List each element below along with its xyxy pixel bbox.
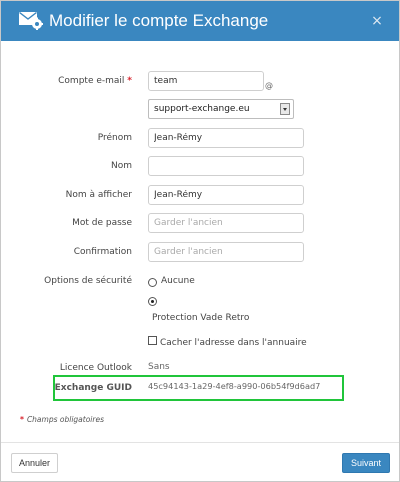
nom-input[interactable] bbox=[148, 156, 304, 176]
hide-directory-checkbox[interactable] bbox=[148, 336, 157, 345]
exchange-guid-label: Exchange GUID bbox=[54, 383, 132, 393]
dialog-title: Modifier le compte Exchange bbox=[49, 11, 269, 30]
radio-security-vade-retro[interactable] bbox=[148, 297, 157, 306]
email-label: Compte e-mail * bbox=[58, 75, 132, 87]
required-fields-text: Champs obligatoires bbox=[26, 415, 104, 424]
licence-outlook-label: Licence Outlook bbox=[59, 363, 132, 373]
close-icon[interactable]: × bbox=[370, 13, 384, 29]
exchange-guid-value: 45c94143-1a29-4ef8-a990-06b54f9d6ad7 bbox=[148, 381, 321, 391]
radio-security-none[interactable] bbox=[148, 278, 157, 287]
password-label: Mot de passe bbox=[72, 218, 132, 228]
hide-directory-label: Cacher l'adresse dans l'annuaire bbox=[160, 338, 307, 348]
confirmation-input[interactable] bbox=[148, 242, 304, 262]
chevron-down-icon[interactable] bbox=[280, 103, 290, 115]
envelope-gear-icon bbox=[19, 12, 43, 30]
confirmation-label: Confirmation bbox=[73, 247, 132, 257]
edit-exchange-account-dialog: Modifier le compte Exchange × Compte e-m… bbox=[0, 0, 400, 482]
radio-security-none-label: Aucune bbox=[161, 276, 195, 286]
email-local-input[interactable] bbox=[148, 71, 264, 91]
security-options-label: Options de sécurité bbox=[44, 276, 132, 286]
email-label-text: Compte e-mail bbox=[58, 76, 125, 86]
dialog-header: Modifier le compte Exchange × bbox=[1, 1, 399, 41]
required-mark: * bbox=[20, 415, 24, 424]
prenom-input[interactable] bbox=[148, 128, 304, 148]
cancel-button[interactable]: Annuler bbox=[11, 453, 58, 473]
required-fields-note: * Champs obligatoires bbox=[20, 415, 104, 424]
display-name-input[interactable] bbox=[148, 185, 304, 205]
next-button[interactable]: Suivant bbox=[342, 453, 390, 473]
domain-select-value: support-exchange.eu bbox=[154, 104, 250, 114]
domain-select[interactable]: support-exchange.eu bbox=[148, 99, 294, 119]
required-mark: * bbox=[127, 76, 132, 86]
display-name-label: Nom à afficher bbox=[65, 190, 132, 200]
licence-outlook-value: Sans bbox=[148, 362, 170, 372]
dialog-footer: Annuler Suivant bbox=[1, 442, 399, 481]
nom-label: Nom bbox=[110, 161, 132, 171]
radio-security-vade-retro-label: Protection Vade Retro bbox=[152, 313, 250, 323]
prenom-label: Prénom bbox=[97, 133, 132, 143]
password-input[interactable] bbox=[148, 213, 304, 233]
at-sign: @ bbox=[265, 81, 273, 90]
